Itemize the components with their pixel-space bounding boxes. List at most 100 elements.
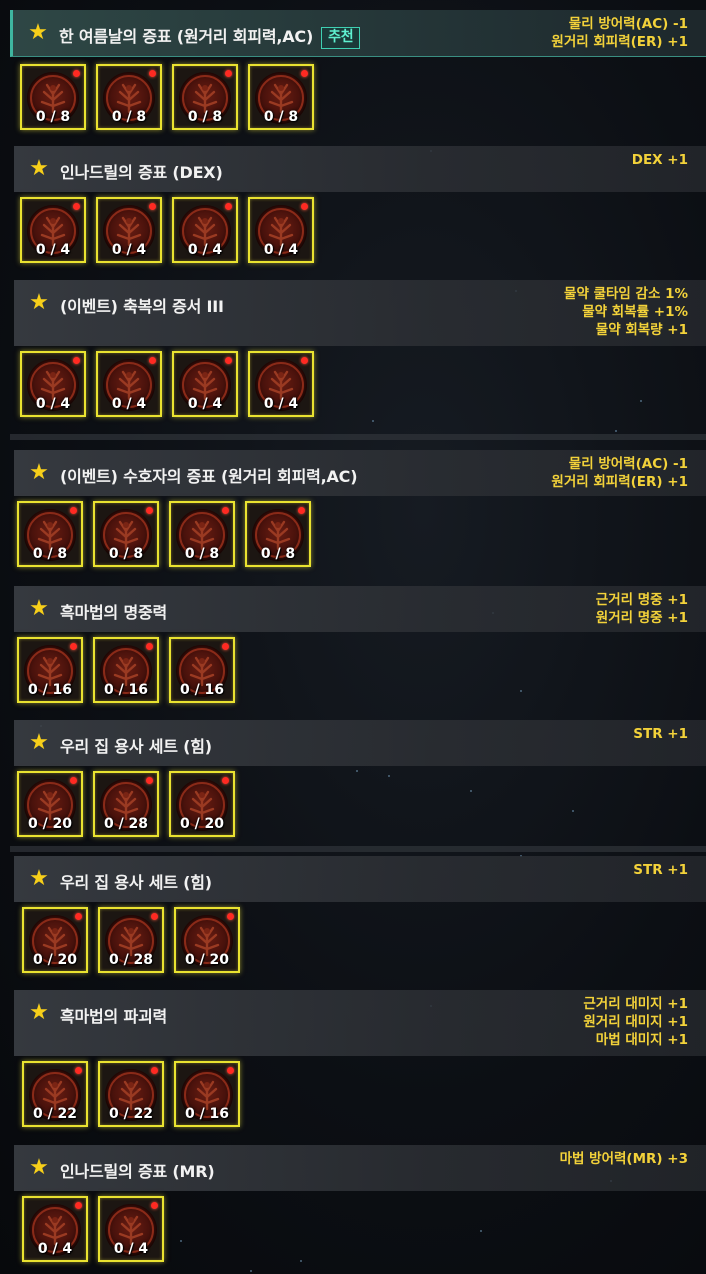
new-alert-dot-icon: [75, 1202, 82, 1209]
set-header[interactable]: ★ 한 여름날의 증표 (원거리 회피력,AC) 추천 물리 방어력(AC) -1 원거…: [10, 10, 706, 57]
item-slot[interactable]: 0 / 4: [96, 197, 162, 263]
favorite-star-icon[interactable]: ★: [28, 1157, 50, 1179]
item-count: 0 / 28: [103, 816, 149, 832]
favorite-star-icon[interactable]: ★: [28, 292, 50, 314]
item-slot[interactable]: 0 / 8: [96, 64, 162, 130]
item-slot[interactable]: 0 / 8: [245, 501, 311, 567]
set-header[interactable]: ★ 흑마법의 파괴력 근거리 대미지 +1 원거리 대미지 +1 마법 대미지 +1: [14, 990, 706, 1056]
set-header[interactable]: ★ 흑마법의 명중력 근거리 명중 +1 원거리 명중 +1: [14, 586, 706, 632]
background-speck: [520, 690, 522, 692]
new-alert-dot-icon: [146, 643, 153, 650]
background-speck: [572, 810, 574, 812]
item-count: 0 / 4: [35, 396, 71, 412]
item-slot[interactable]: 0 / 20: [17, 771, 83, 837]
item-slot[interactable]: 0 / 4: [248, 351, 314, 417]
item-slot[interactable]: 0 / 8: [172, 64, 238, 130]
item-slot[interactable]: 0 / 4: [248, 197, 314, 263]
new-alert-dot-icon: [73, 203, 80, 210]
new-alert-dot-icon: [227, 1067, 234, 1074]
background-speck: [640, 400, 642, 402]
new-alert-dot-icon: [301, 203, 308, 210]
item-slot[interactable]: 0 / 4: [22, 1196, 88, 1262]
set-header[interactable]: ★ (이벤트) 수호자의 증표 (원거리 회피력,AC) 물리 방어력(AC) -1…: [14, 450, 706, 496]
background-speck: [615, 430, 617, 432]
background-speck: [300, 1260, 302, 1262]
item-count: 0 / 4: [37, 1241, 73, 1257]
set-bonus-stats: 물약 쿨타임 감소 1% 물약 회복률 +1% 물약 회복량 +1: [564, 285, 688, 339]
set-header[interactable]: ★ 인나드릴의 증표 (DEX) DEX +1: [14, 146, 706, 192]
new-alert-dot-icon: [73, 357, 80, 364]
background-speck: [372, 420, 374, 422]
item-slot[interactable]: 0 / 20: [22, 907, 88, 973]
new-alert-dot-icon: [222, 777, 229, 784]
new-alert-dot-icon: [225, 70, 232, 77]
item-slot[interactable]: 0 / 4: [98, 1196, 164, 1262]
set-header[interactable]: ★ 인나드릴의 증표 (MR) 마법 방어력(MR) +3: [14, 1145, 706, 1191]
item-count: 0 / 8: [35, 109, 71, 125]
item-count: 0 / 16: [179, 682, 225, 698]
item-slot[interactable]: 0 / 22: [98, 1061, 164, 1127]
set-title: 인나드릴의 증표 (MR): [60, 1158, 215, 1182]
item-slot[interactable]: 0 / 16: [93, 637, 159, 703]
bonus-stat-line: 마법 대미지 +1: [595, 1032, 688, 1048]
item-slot[interactable]: 0 / 4: [96, 351, 162, 417]
bonus-stat-line: STR +1: [633, 862, 688, 878]
item-count: 0 / 4: [187, 396, 223, 412]
set-title-text: (이벤트) 수호자의 증표 (원거리 회피력,AC): [60, 467, 358, 486]
item-count: 0 / 20: [179, 816, 225, 832]
favorite-star-icon[interactable]: ★: [28, 732, 50, 754]
item-count: 0 / 4: [113, 1241, 149, 1257]
set-header[interactable]: ★ 우리 집 용사 세트 (힘) STR +1: [14, 720, 706, 766]
set-header[interactable]: ★ 우리 집 용사 세트 (힘) STR +1: [14, 856, 706, 902]
new-alert-dot-icon: [301, 357, 308, 364]
new-alert-dot-icon: [149, 357, 156, 364]
favorite-star-icon[interactable]: ★: [28, 598, 50, 620]
set-title: 인나드릴의 증표 (DEX): [60, 159, 223, 183]
bonus-stat-line: 원거리 회피력(ER) +1: [551, 474, 688, 490]
item-count: 0 / 16: [27, 682, 73, 698]
bonus-stat-line: 원거리 명중 +1: [595, 610, 688, 626]
item-slot[interactable]: 0 / 20: [174, 907, 240, 973]
background-speck: [250, 1270, 252, 1272]
new-alert-dot-icon: [227, 913, 234, 920]
item-slot[interactable]: 0 / 4: [20, 351, 86, 417]
set-header[interactable]: ★ (이벤트) 축복의 증서 III 물약 쿨타임 감소 1% 물약 회복률 +1% 물…: [14, 280, 706, 346]
item-count: 0 / 4: [35, 242, 71, 258]
item-slot[interactable]: 0 / 4: [172, 351, 238, 417]
item-slot[interactable]: 0 / 16: [169, 637, 235, 703]
set-title: (이벤트) 수호자의 증표 (원거리 회피력,AC): [60, 463, 358, 487]
favorite-star-icon[interactable]: ★: [28, 462, 50, 484]
item-count: 0 / 8: [32, 546, 68, 562]
item-slot[interactable]: 0 / 28: [98, 907, 164, 973]
favorite-star-icon[interactable]: ★: [28, 158, 50, 180]
item-slot[interactable]: 0 / 16: [174, 1061, 240, 1127]
item-slot[interactable]: 0 / 20: [169, 771, 235, 837]
set-bonus-stats: 물리 방어력(AC) -1 원거리 회피력(ER) +1: [551, 15, 688, 51]
item-count: 0 / 22: [32, 1106, 78, 1122]
item-slot[interactable]: 0 / 28: [93, 771, 159, 837]
item-slot[interactable]: 0 / 8: [169, 501, 235, 567]
favorite-star-icon[interactable]: ★: [28, 868, 50, 890]
set-title: (이벤트) 축복의 증서 III: [60, 293, 224, 317]
item-slot[interactable]: 0 / 8: [20, 64, 86, 130]
new-alert-dot-icon: [151, 1067, 158, 1074]
favorite-star-icon[interactable]: ★: [27, 22, 49, 44]
section-divider: [10, 846, 706, 852]
item-slot[interactable]: 0 / 8: [93, 501, 159, 567]
set-bonus-stats: 근거리 명중 +1 원거리 명중 +1: [596, 591, 688, 627]
item-slot[interactable]: 0 / 8: [17, 501, 83, 567]
new-alert-dot-icon: [225, 357, 232, 364]
item-slot[interactable]: 0 / 4: [20, 197, 86, 263]
item-slot[interactable]: 0 / 4: [172, 197, 238, 263]
set-bonus-stats: 근거리 대미지 +1 원거리 대미지 +1 마법 대미지 +1: [583, 995, 688, 1049]
item-slot[interactable]: 0 / 8: [248, 64, 314, 130]
item-slot[interactable]: 0 / 16: [17, 637, 83, 703]
bonus-stat-line: 물약 회복량 +1: [595, 322, 688, 338]
new-alert-dot-icon: [146, 777, 153, 784]
set-title-text: 인나드릴의 증표 (MR): [60, 1162, 215, 1181]
set-title-text: (이벤트) 축복의 증서 III: [60, 297, 224, 316]
item-count: 0 / 4: [111, 242, 147, 258]
bonus-stat-line: 원거리 대미지 +1: [583, 1014, 688, 1030]
favorite-star-icon[interactable]: ★: [28, 1002, 50, 1024]
item-slot[interactable]: 0 / 22: [22, 1061, 88, 1127]
